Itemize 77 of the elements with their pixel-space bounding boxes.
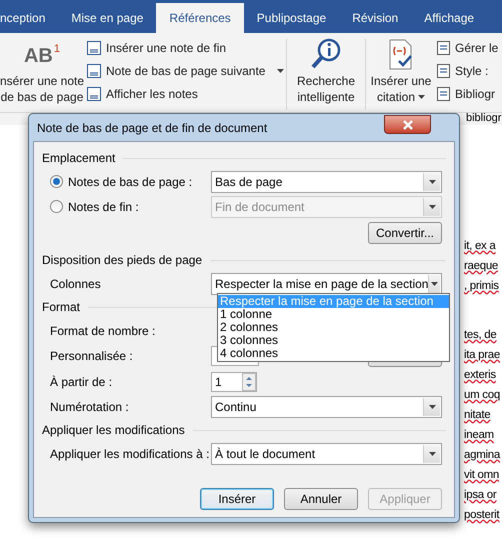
caret-icon xyxy=(277,69,284,73)
dropdown-option[interactable]: 1 colonne xyxy=(218,308,449,321)
ribbon-command[interactable]: Gérer le xyxy=(436,37,498,59)
dropdown-field[interactable]: Continu xyxy=(211,396,442,418)
radio-button[interactable] xyxy=(50,175,63,188)
number-spinner[interactable]: 1 xyxy=(211,372,257,392)
spinner-arrows-icon xyxy=(242,372,256,390)
caret-icon xyxy=(428,404,436,408)
ribbon-command[interactable]: Style : xyxy=(436,60,498,82)
dropdown-arrow-button[interactable] xyxy=(423,172,440,190)
document-icon xyxy=(436,63,452,79)
document-text-line: , primis xyxy=(464,279,500,294)
document-text-line: agmina xyxy=(464,448,502,463)
convert-button[interactable]: Convertir... xyxy=(368,222,442,244)
dropdown-list[interactable]: Respecter la mise en page de la section 1 colonne 2 colonnes 3 colonnes 4 colonnes xyxy=(217,293,450,362)
dialog-title: Note de bas de page et de fin de document xyxy=(37,120,268,136)
ribbon-tab[interactable]: Mise en page xyxy=(58,3,156,33)
field-label: À partir de : xyxy=(50,374,112,390)
dropdown-field[interactable]: Respecter la mise en page de la section xyxy=(211,272,442,294)
section-heading: Emplacement xyxy=(42,150,116,167)
ribbon-tab[interactable]: Références xyxy=(156,3,244,33)
document-text-line: ita prae xyxy=(464,348,501,363)
radio-option[interactable]: Notes de bas de page : xyxy=(50,172,192,190)
ribbon-command[interactable]: Note de bas de page suivante xyxy=(86,60,286,82)
dropdown-arrow-button[interactable] xyxy=(423,444,440,462)
field-label: Personnalisée : xyxy=(50,348,133,365)
document-text-line: um coq xyxy=(464,388,501,403)
ribbon-tab[interactable]: Affichage xyxy=(411,3,488,33)
dropdown-arrow-button[interactable] xyxy=(423,398,440,416)
document-text-line: posterit xyxy=(464,508,500,523)
section-heading: Format xyxy=(42,299,80,316)
document-text-line: nitate xyxy=(464,408,492,423)
caret-icon xyxy=(428,204,436,208)
dropdown-field[interactable]: Bas de page xyxy=(211,170,442,192)
document-text-line: ineam xyxy=(464,428,495,443)
ribbon-group-label: bibliogr xyxy=(466,113,502,124)
caret-icon xyxy=(428,452,436,456)
radio-option[interactable]: Notes de fin : xyxy=(50,198,139,216)
ribbon-command[interactable]: Insérer une note de fin xyxy=(86,37,286,59)
dropdown-option[interactable]: 2 colonnes xyxy=(218,321,449,334)
dropdown-option[interactable]: 3 colonnes xyxy=(218,334,449,347)
note-icon xyxy=(86,63,102,79)
caret-icon xyxy=(418,95,426,99)
note-icon xyxy=(86,40,102,56)
dropdown-arrow-button[interactable] xyxy=(428,274,440,292)
dropdown-arrow-button[interactable] xyxy=(423,198,440,216)
ribbon-command[interactable]: Afficher les notes xyxy=(86,83,286,105)
dropdown-option[interactable]: 4 colonnes xyxy=(218,347,449,360)
document-icon xyxy=(436,40,452,56)
ribbon-tab[interactable]: nception xyxy=(0,3,58,33)
radio-button[interactable] xyxy=(50,200,63,213)
field-label: Colonnes xyxy=(50,276,101,292)
field-label: Numérotation : xyxy=(50,398,129,416)
insert-citation-button[interactable]: Insérer une citation xyxy=(366,37,436,112)
dialog-button[interactable]: Insérer xyxy=(200,488,274,510)
smart-lookup-button[interactable]: Recherche intelligente xyxy=(287,37,365,112)
close-icon xyxy=(402,120,412,130)
field-label: Appliquer les modifications à : xyxy=(50,446,210,462)
section-heading: Disposition des pieds de page xyxy=(42,252,202,269)
close-button[interactable] xyxy=(384,115,431,134)
document-text-line: raeque xyxy=(464,259,500,274)
caret-icon xyxy=(431,282,438,286)
document-text-line: it, ex a xyxy=(464,239,497,254)
document-text-line: vit omn xyxy=(464,468,500,483)
field-label: Format de nombre : xyxy=(50,322,156,340)
document-icon xyxy=(436,86,452,102)
ribbon-tab[interactable]: Publipostage xyxy=(244,3,340,33)
caret-icon xyxy=(428,180,436,184)
section-heading: Appliquer les modifications xyxy=(42,422,185,439)
dialog-button[interactable]: Annuler xyxy=(284,488,358,510)
ribbon-command[interactable]: Bibliogr xyxy=(436,83,498,105)
dropdown-field[interactable]: À tout le document xyxy=(211,442,442,464)
ribbon-tab[interactable]: Révision xyxy=(339,3,412,33)
document-text-line: ipsa or xyxy=(464,488,498,503)
document-text-line: tes, de xyxy=(464,328,498,343)
note-icon xyxy=(86,86,102,102)
document-text-line: exteris xyxy=(464,368,497,383)
